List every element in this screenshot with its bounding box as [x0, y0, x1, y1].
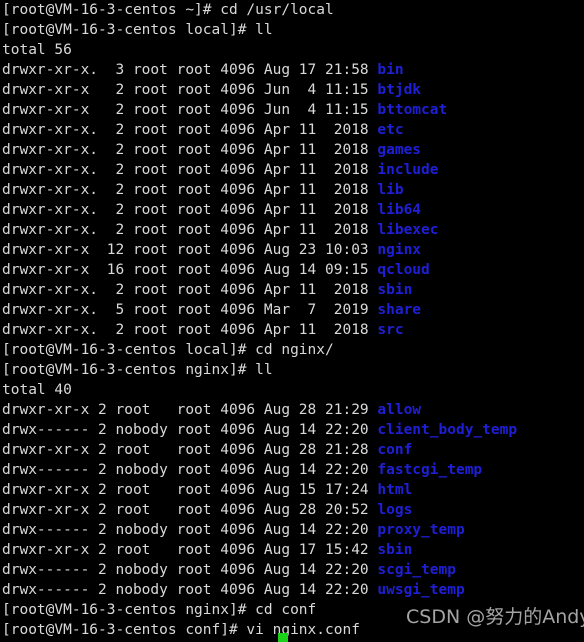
- directory-name: nginx: [377, 242, 422, 258]
- line-text: drwxr-xr-x. 2 root root 4096 Apr 11 2018: [2, 322, 378, 338]
- directory-listing-row: drwxr-xr-x. 5 root root 4096 Mar 7 2019 …: [2, 300, 584, 320]
- directory-listing-row: drwxr-xr-x 2 root root 4096 Jun 4 11:15 …: [2, 100, 584, 120]
- terminal-output-line: total 56: [2, 40, 584, 60]
- line-text: drwxr-xr-x 2 root root 4096 Jun 4 11:15: [2, 102, 378, 118]
- directory-name: bttomcat: [377, 102, 448, 118]
- directory-listing-row: drwxr-xr-x 2 root root 4096 Aug 28 21:29…: [2, 400, 584, 420]
- line-text: drwx------ 2 nobody root 4096 Aug 14 22:…: [2, 522, 378, 538]
- line-text: drwxr-xr-x. 2 root root 4096 Apr 11 2018: [2, 202, 378, 218]
- line-text: drwx------ 2 nobody root 4096 Aug 14 22:…: [2, 422, 378, 438]
- directory-name: logs: [377, 502, 413, 518]
- text-cursor: [278, 633, 288, 642]
- terminal-prompt-line: [root@VM-16-3-centos local]# cd nginx/: [2, 340, 584, 360]
- directory-name: games: [377, 142, 422, 158]
- directory-listing-row: drwxr-xr-x. 2 root root 4096 Apr 11 2018…: [2, 120, 584, 140]
- line-text: drwxr-xr-x. 2 root root 4096 Apr 11 2018: [2, 182, 378, 198]
- directory-listing-row: drwxr-xr-x. 2 root root 4096 Apr 11 2018…: [2, 280, 584, 300]
- directory-name: lib: [377, 182, 404, 198]
- directory-listing-row: drwxr-xr-x. 2 root root 4096 Apr 11 2018…: [2, 220, 584, 240]
- line-text: drwx------ 2 nobody root 4096 Aug 14 22:…: [2, 462, 378, 478]
- directory-name: fastcgi_temp: [377, 462, 483, 478]
- terminal-window[interactable]: [root@VM-16-3-centos ~]# cd /usr/local [r…: [0, 0, 584, 642]
- directory-name: src: [377, 322, 404, 338]
- terminal-output-line: total 40: [2, 380, 584, 400]
- line-text: [root@VM-16-3-centos local]# ll: [2, 22, 273, 38]
- directory-listing-row: drwxr-xr-x. 2 root root 4096 Apr 11 2018…: [2, 160, 584, 180]
- directory-name: client_body_temp: [377, 422, 518, 438]
- directory-listing-row: drwxr-xr-x 2 root root 4096 Aug 15 17:24…: [2, 480, 584, 500]
- line-text: drwxr-xr-x. 2 root root 4096 Apr 11 2018: [2, 122, 378, 138]
- directory-name: conf: [377, 442, 413, 458]
- line-text: drwx------ 2 nobody root 4096 Aug 14 22:…: [2, 562, 378, 578]
- directory-name: proxy_temp: [377, 522, 465, 538]
- line-text: total 40: [2, 382, 72, 398]
- line-text: drwxr-xr-x 12 root root 4096 Aug 23 10:0…: [2, 242, 378, 258]
- line-text: drwxr-xr-x. 2 root root 4096 Apr 11 2018: [2, 282, 378, 298]
- line-text: drwxr-xr-x. 2 root root 4096 Apr 11 2018: [2, 142, 378, 158]
- directory-name: share: [377, 302, 422, 318]
- line-text: drwxr-xr-x. 5 root root 4096 Mar 7 2019: [2, 302, 378, 318]
- directory-name: include: [377, 162, 439, 178]
- directory-listing-row: drwxr-xr-x. 2 root root 4096 Apr 11 2018…: [2, 180, 584, 200]
- line-text: drwxr-xr-x 2 root root 4096 Aug 28 21:28: [2, 442, 378, 458]
- directory-listing-row: drwx------ 2 nobody root 4096 Aug 14 22:…: [2, 420, 584, 440]
- directory-name: sbin: [377, 542, 413, 558]
- line-text: [root@VM-16-3-centos local]# cd nginx/: [2, 342, 334, 358]
- directory-listing-row: drwxr-xr-x. 2 root root 4096 Apr 11 2018…: [2, 140, 584, 160]
- directory-name: scgi_temp: [377, 562, 456, 578]
- directory-name: libexec: [377, 222, 439, 238]
- directory-listing-row: drwxr-xr-x. 3 root root 4096 Aug 17 21:5…: [2, 60, 584, 80]
- line-text: drwxr-xr-x. 3 root root 4096 Aug 17 21:5…: [2, 62, 378, 78]
- terminal-prompt-line: [root@VM-16-3-centos ~]# cd /usr/local: [2, 0, 584, 20]
- directory-listing-row: drwx------ 2 nobody root 4096 Aug 14 22:…: [2, 460, 584, 480]
- directory-listing-row: drwx------ 2 nobody root 4096 Aug 14 22:…: [2, 560, 584, 580]
- directory-name: bin: [377, 62, 404, 78]
- line-text: drwxr-xr-x 2 root root 4096 Aug 17 15:42: [2, 542, 378, 558]
- directory-listing-row: drwxr-xr-x. 2 root root 4096 Apr 11 2018…: [2, 200, 584, 220]
- line-text: drwxr-xr-x 2 root root 4096 Aug 28 20:52: [2, 502, 378, 518]
- line-text: drwx------ 2 nobody root 4096 Aug 14 22:…: [2, 582, 378, 598]
- directory-listing-row: drwxr-xr-x 2 root root 4096 Aug 28 21:28…: [2, 440, 584, 460]
- directory-name: sbin: [377, 282, 413, 298]
- directory-name: lib64: [377, 202, 422, 218]
- directory-name: uwsgi_temp: [377, 582, 465, 598]
- line-text: drwxr-xr-x 2 root root 4096 Aug 15 17:24: [2, 482, 378, 498]
- line-text: [root@VM-16-3-centos nginx]# ll: [2, 362, 273, 378]
- directory-listing-row: drwxr-xr-x 2 root root 4096 Jun 4 11:15 …: [2, 80, 584, 100]
- directory-listing-row: drwx------ 2 nobody root 4096 Aug 14 22:…: [2, 580, 584, 600]
- directory-name: html: [377, 482, 413, 498]
- directory-listing-row: drwxr-xr-x. 2 root root 4096 Apr 11 2018…: [2, 320, 584, 340]
- line-text: drwxr-xr-x 2 root root 4096 Aug 28 21:29: [2, 402, 378, 418]
- directory-listing-row: drwx------ 2 nobody root 4096 Aug 14 22:…: [2, 520, 584, 540]
- line-text: [root@VM-16-3-centos nginx]# cd conf: [2, 602, 317, 618]
- terminal-prompt-line: [root@VM-16-3-centos nginx]# cd conf: [2, 600, 584, 620]
- terminal-prompt-line: [root@VM-16-3-centos conf]# vi nginx.con…: [2, 620, 584, 640]
- line-text: drwxr-xr-x 16 root root 4096 Aug 14 09:1…: [2, 262, 378, 278]
- directory-listing-row: drwxr-xr-x 16 root root 4096 Aug 14 09:1…: [2, 260, 584, 280]
- directory-listing-row: drwxr-xr-x 2 root root 4096 Aug 28 20:52…: [2, 500, 584, 520]
- line-text: total 56: [2, 42, 72, 58]
- directory-name: btjdk: [377, 82, 422, 98]
- directory-name: qcloud: [377, 262, 430, 278]
- directory-name: etc: [377, 122, 404, 138]
- directory-listing-row: drwxr-xr-x 12 root root 4096 Aug 23 10:0…: [2, 240, 584, 260]
- directory-name: allow: [377, 402, 422, 418]
- terminal-prompt-line: [root@VM-16-3-centos nginx]# ll: [2, 360, 584, 380]
- line-text: drwxr-xr-x 2 root root 4096 Jun 4 11:15: [2, 82, 378, 98]
- terminal-prompt-line: [root@VM-16-3-centos local]# ll: [2, 20, 584, 40]
- line-text: [root@VM-16-3-centos ~]# cd /usr/local: [2, 2, 334, 18]
- line-text: drwxr-xr-x. 2 root root 4096 Apr 11 2018: [2, 162, 378, 178]
- line-text: drwxr-xr-x. 2 root root 4096 Apr 11 2018: [2, 222, 378, 238]
- terminal-screen: [root@VM-16-3-centos ~]# cd /usr/local [r…: [2, 0, 584, 640]
- directory-listing-row: drwxr-xr-x 2 root root 4096 Aug 17 15:42…: [2, 540, 584, 560]
- line-text: [root@VM-16-3-centos conf]# vi nginx.con…: [2, 622, 360, 638]
